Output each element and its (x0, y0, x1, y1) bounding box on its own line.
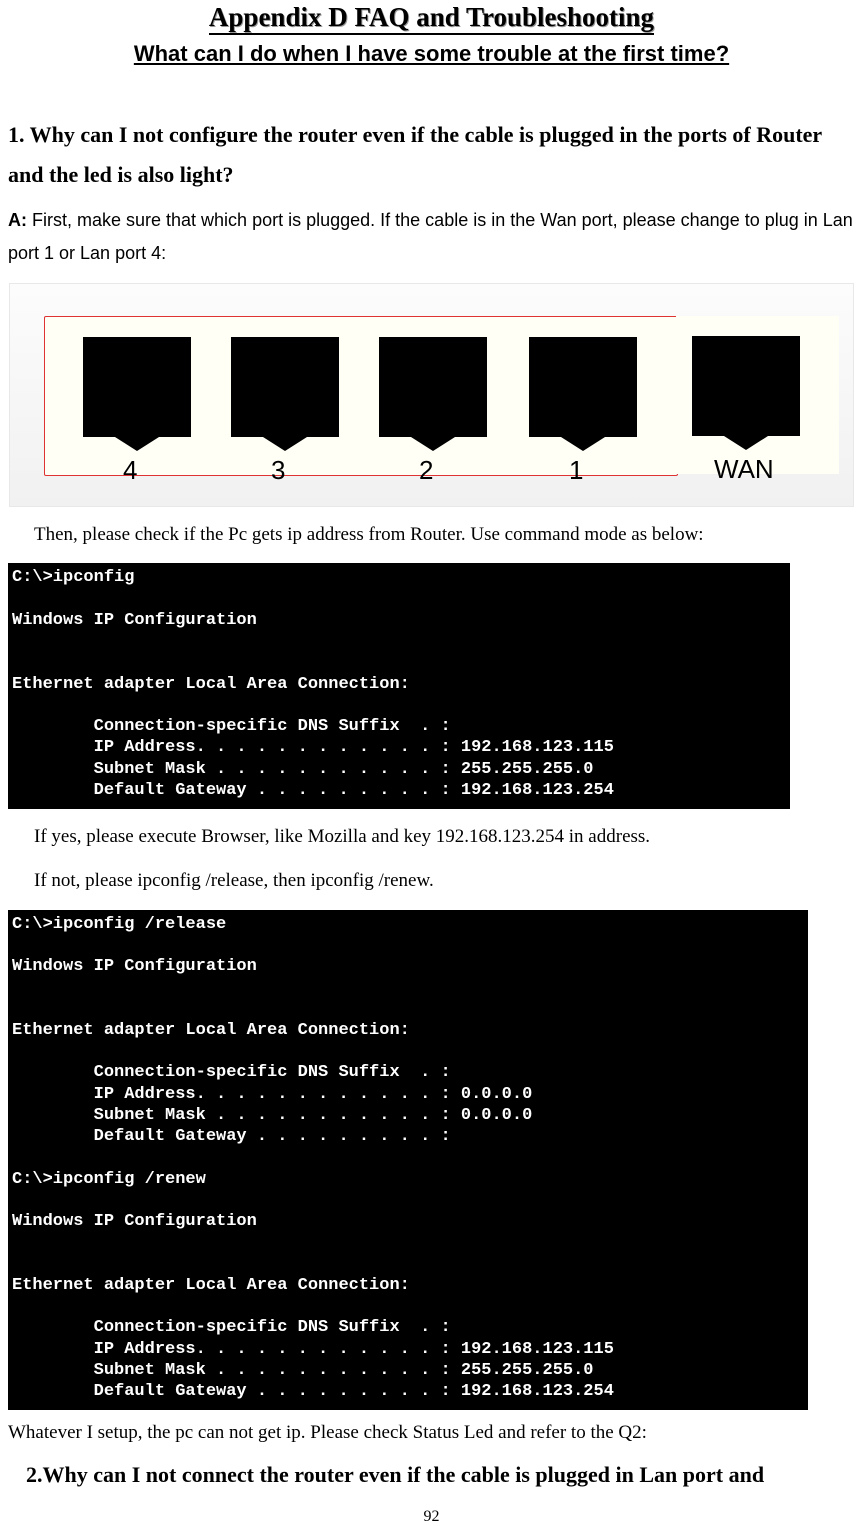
section-subtitle: What can I do when I have some trouble a… (8, 41, 855, 67)
answer-1-body: First, make sure that which port is plug… (8, 210, 853, 262)
router-ports-figure: 4 3 2 1 WAN (9, 283, 854, 507)
port-label-wan: WAN (714, 454, 774, 485)
port-label-2: 2 (419, 455, 433, 486)
wan-port-icon (692, 336, 800, 436)
wan-port-area: WAN (676, 316, 839, 474)
page-number: 92 (8, 1508, 855, 1526)
then-instruction: Then, please check if the Pc gets ip add… (34, 519, 855, 551)
whatever-text: Whatever I setup, the pc can not get ip.… (8, 1418, 855, 1448)
if-not-text: If not, please ipconfig /release, then i… (34, 865, 855, 897)
lan-port-3-icon (231, 337, 339, 437)
port-label-1: 1 (569, 455, 583, 486)
cmd-ipconfig-output: C:\>ipconfig Windows IP Configuration Et… (8, 563, 790, 809)
question-2: 2.Why can I not connect the router even … (26, 1457, 855, 1492)
lan-port-2-icon (379, 337, 487, 437)
question-1: 1. Why can I not configure the router ev… (8, 115, 855, 194)
lan-ports-outline: 4 3 2 1 (44, 316, 678, 476)
port-label-3: 3 (271, 455, 285, 486)
appendix-title: Appendix D FAQ and Troubleshooting (209, 2, 654, 35)
port-label-4: 4 (123, 455, 137, 486)
lan-port-4-icon (83, 337, 191, 437)
lan-port-1-icon (529, 337, 637, 437)
answer-1: A: First, make sure that which port is p… (8, 204, 855, 269)
answer-prefix: A: (8, 210, 32, 230)
cmd-release-renew-output: C:\>ipconfig /release Windows IP Configu… (8, 910, 808, 1411)
if-yes-text: If yes, please execute Browser, like Moz… (34, 821, 855, 853)
